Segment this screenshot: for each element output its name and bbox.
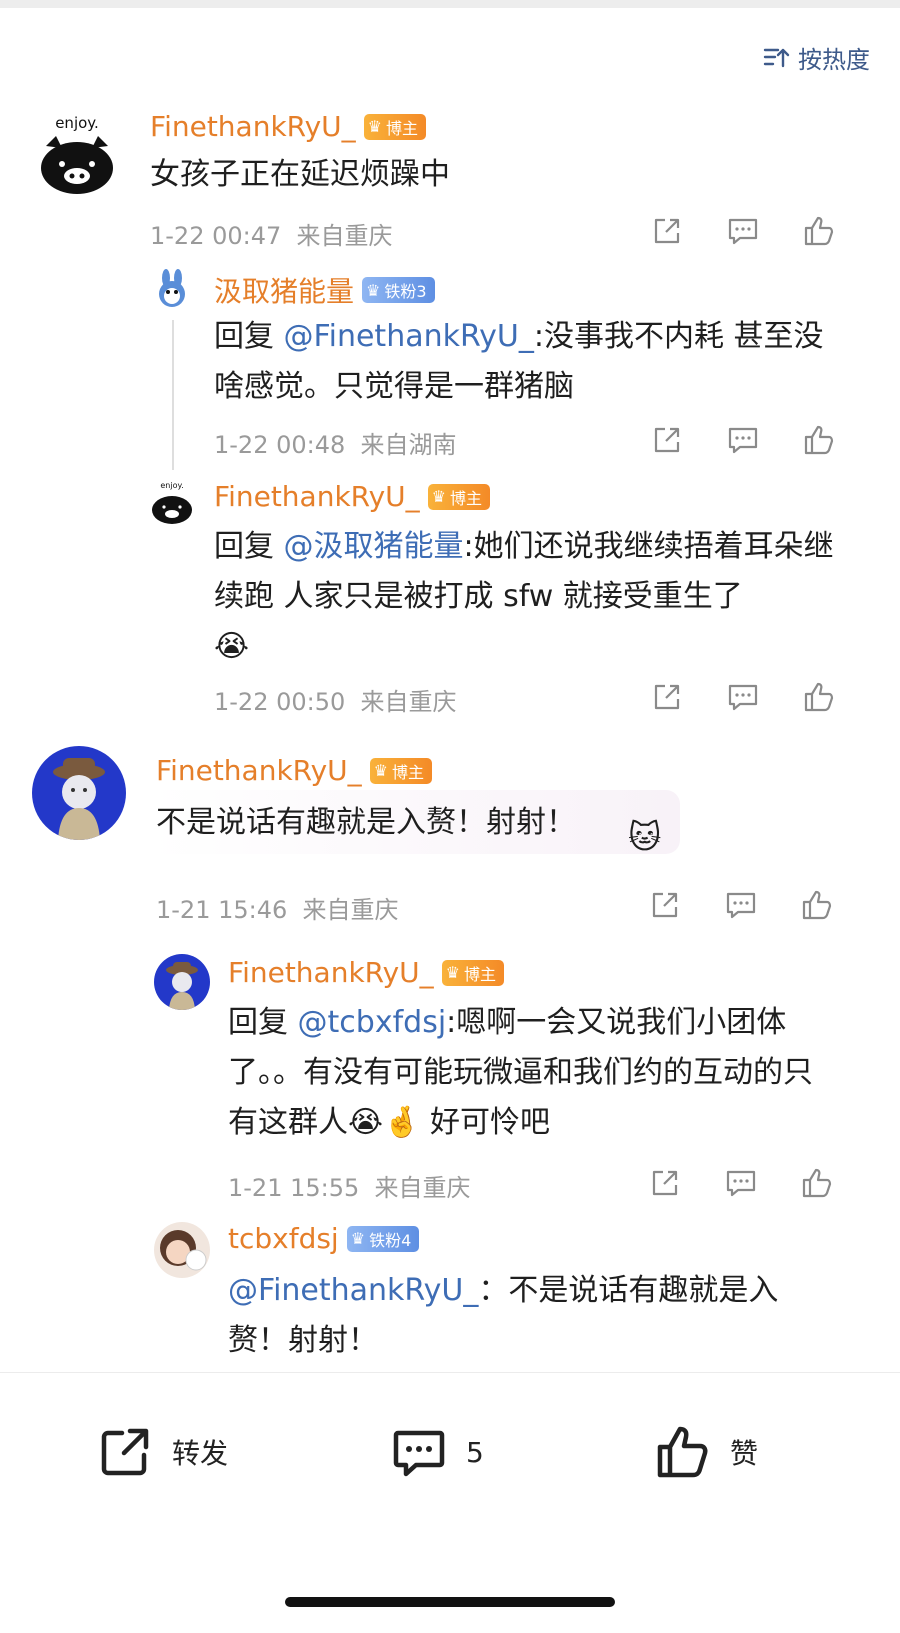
username-text[interactable]: FinethankRyU_: [156, 754, 362, 787]
comment-username[interactable]: FinethankRyU_ ♛ 博主: [150, 110, 427, 143]
mention-link[interactable]: @FinethankRyU_: [284, 319, 534, 354]
mention-link[interactable]: @FinethankRyU_: [228, 1273, 478, 1308]
mention-link[interactable]: @汲取猪能量: [284, 529, 464, 564]
crown-icon: ♛: [445, 963, 460, 982]
comment-text: 不是说话有趣就是入赘！射射！: [156, 805, 576, 840]
share-icon[interactable]: [650, 680, 684, 714]
bunny-avatar-icon: [159, 269, 185, 307]
blogger-badge: ♛ 博主: [363, 113, 427, 140]
girl-avatar-icon: [160, 1230, 207, 1271]
top-bar: [0, 0, 900, 8]
like-label: 赞: [730, 1437, 759, 1470]
avatar[interactable]: [32, 746, 126, 840]
share-icon[interactable]: [650, 214, 684, 248]
comment-count: 5: [466, 1435, 484, 1469]
repost-button[interactable]: 转发: [96, 1423, 228, 1481]
cat-detective-avatar-icon: [166, 962, 198, 1010]
crown-icon: ♛: [366, 280, 381, 300]
comment-username[interactable]: tcbxfdsj ♛ 铁粉4: [228, 1222, 420, 1255]
repost-label: 转发: [172, 1437, 229, 1470]
comment-actions: [648, 888, 834, 922]
like-icon[interactable]: [800, 1166, 834, 1200]
comment-username[interactable]: FinethankRyU_ ♛ 博主: [228, 956, 505, 989]
crown-icon: ♛: [373, 761, 388, 780]
comment-actions: [648, 1166, 834, 1200]
reply-icon[interactable]: [726, 680, 760, 714]
comment-actions: [650, 423, 836, 457]
like-icon[interactable]: [802, 214, 836, 248]
comment-button[interactable]: 5: [390, 1423, 484, 1481]
cat-detective-avatar-icon: [53, 758, 105, 840]
like-icon[interactable]: [800, 888, 834, 922]
comment-actions: [650, 214, 836, 248]
sort-by-hot-button[interactable]: 按热度: [762, 40, 870, 75]
reply-icon[interactable]: [724, 1166, 758, 1200]
fan-badge: ♛ 铁粉4: [346, 1225, 420, 1252]
blogger-badge: ♛ 博主: [369, 757, 433, 784]
avatar[interactable]: enjoy.: [32, 108, 122, 198]
comment-username[interactable]: FinethankRyU_ ♛ 博主: [156, 754, 433, 787]
comment-actions: [650, 680, 836, 714]
cat-sticker-icon: 🐱: [628, 818, 662, 856]
comment-text: 回复 @tcbxfdsj:嗯啊一会又说我们小团体了。。有没有可能玩微逼和我们约的…: [228, 1005, 813, 1140]
comment-text: 女孩子正在延迟烦躁中: [150, 157, 450, 192]
blogger-badge: ♛ 博主: [441, 959, 505, 986]
crown-icon: ♛: [350, 1229, 366, 1248]
avatar[interactable]: [150, 268, 194, 312]
comment-meta: 1-22 00:47 来自重庆: [150, 222, 393, 250]
sort-icon: [763, 48, 790, 67]
avatar[interactable]: [154, 1222, 210, 1278]
avatar[interactable]: [154, 954, 210, 1010]
reply-icon[interactable]: [726, 423, 760, 457]
avatar-caption: enjoy.: [160, 481, 183, 490]
username-text[interactable]: FinethankRyU_: [214, 480, 420, 513]
pig-avatar-icon: enjoy.: [152, 481, 192, 524]
like-button[interactable]: 赞: [654, 1423, 758, 1481]
share-icon[interactable]: [648, 1166, 682, 1200]
fan-badge: ♛ 铁粉3: [362, 277, 435, 303]
share-icon[interactable]: [650, 423, 684, 457]
avatar-caption: enjoy.: [55, 114, 99, 132]
emoji: 😭🤞: [348, 1105, 421, 1140]
comment-meta: 1-22 00:48 来自湖南: [214, 431, 457, 459]
reply-icon[interactable]: [724, 888, 758, 922]
thread-line: [172, 320, 174, 470]
username-text[interactable]: FinethankRyU_: [150, 110, 356, 143]
reply-icon[interactable]: [726, 214, 760, 248]
comment-text: @FinethankRyU_：不是说话有趣就是入赘！射射！: [228, 1273, 779, 1358]
comment-username[interactable]: 汲取猪能量 ♛ 铁粉3: [214, 270, 435, 310]
crown-icon: ♛: [367, 117, 382, 136]
like-icon[interactable]: [802, 423, 836, 457]
home-indicator[interactable]: [285, 1597, 615, 1607]
username-text[interactable]: FinethankRyU_: [228, 956, 434, 989]
like-icon[interactable]: [802, 680, 836, 714]
comment-text: 回复 @汲取猪能量:她们还说我继续捂着耳朵继续跑 人家只是被打成 sfw 就接受…: [214, 529, 834, 664]
comment-meta: 1-21 15:55 来自重庆: [228, 1174, 471, 1202]
avatar[interactable]: enjoy.: [148, 478, 196, 526]
comment-icon: [393, 1430, 445, 1477]
share-icon[interactable]: [648, 888, 682, 922]
sort-label: 按热度: [798, 46, 870, 74]
pig-avatar-icon: enjoy.: [41, 114, 113, 194]
username-text[interactable]: 汲取猪能量: [214, 270, 354, 310]
repost-icon: [101, 1428, 149, 1476]
mention-link[interactable]: @tcbxfdsj: [298, 1005, 447, 1040]
comment-text: 回复 @FinethankRyU_:没事我不内耗 甚至没啥感觉。只觉得是一群猪脑: [214, 319, 824, 404]
blogger-badge: ♛ 博主: [427, 483, 491, 510]
crown-icon: ♛: [431, 487, 446, 506]
comment-meta: 1-22 00:50 来自重庆: [214, 688, 457, 716]
comment-meta: 1-21 15:46 来自重庆: [156, 896, 399, 924]
bottom-action-bar: 转发 5 赞: [0, 1372, 900, 1633]
username-text[interactable]: tcbxfdsj: [228, 1222, 339, 1255]
like-icon: [657, 1426, 708, 1478]
crying-emoji: 😭: [214, 629, 250, 664]
comment-username[interactable]: FinethankRyU_ ♛ 博主: [214, 480, 491, 513]
